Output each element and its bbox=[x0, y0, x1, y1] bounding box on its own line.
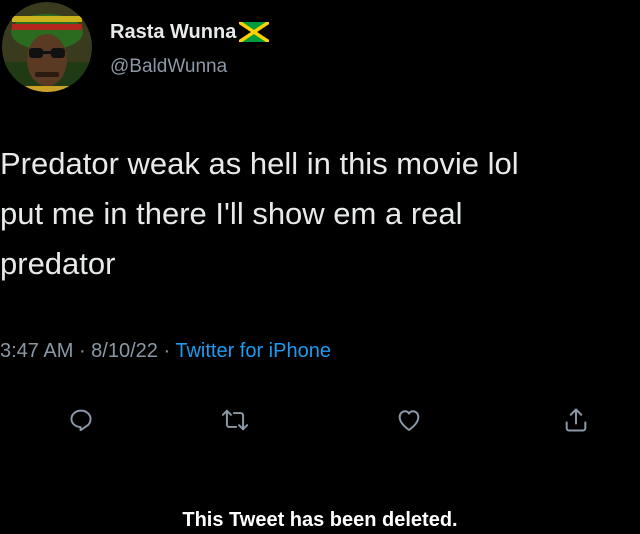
share-icon bbox=[565, 408, 587, 432]
like-button[interactable] bbox=[389, 400, 429, 440]
tweet-time[interactable]: 3:47 AM bbox=[0, 340, 73, 362]
tweet-text-line: put me in there I'll show em a real bbox=[0, 196, 463, 231]
tweet-text: Predator weak as hell in this movie lol … bbox=[0, 139, 640, 289]
reply-icon bbox=[70, 409, 92, 432]
tweet-meta: 3:47 AM · 8/10/22 · Twitter for iPhone bbox=[0, 340, 331, 363]
jamaica-flag-icon bbox=[238, 20, 271, 44]
tweet-actions bbox=[0, 400, 640, 440]
retweet-icon bbox=[221, 409, 249, 431]
tweet-text-line: predator bbox=[0, 246, 116, 281]
retweet-button[interactable] bbox=[215, 400, 255, 440]
author-name-row[interactable]: Rasta Wunna bbox=[110, 19, 271, 45]
share-button[interactable] bbox=[556, 400, 596, 440]
tweet-text-line: Predator weak as hell in this movie lol bbox=[0, 146, 519, 181]
author-display-name[interactable]: Rasta Wunna bbox=[110, 21, 236, 44]
tweet-source-link[interactable]: Twitter for iPhone bbox=[175, 340, 331, 362]
avatar[interactable] bbox=[2, 2, 92, 92]
avatar-image bbox=[2, 2, 92, 92]
meta-separator: · bbox=[73, 340, 92, 362]
tweet-card: Rasta Wunna @BaldWunna Predator weak as … bbox=[0, 0, 640, 534]
author-handle[interactable]: @BaldWunna bbox=[110, 56, 227, 78]
deleted-tweet-notice: This Tweet has been deleted. bbox=[182, 509, 458, 531]
meta-separator: · bbox=[157, 340, 176, 362]
heart-icon bbox=[398, 410, 420, 431]
tweet-date[interactable]: 8/10/22 bbox=[91, 340, 158, 362]
reply-button[interactable] bbox=[61, 400, 101, 440]
